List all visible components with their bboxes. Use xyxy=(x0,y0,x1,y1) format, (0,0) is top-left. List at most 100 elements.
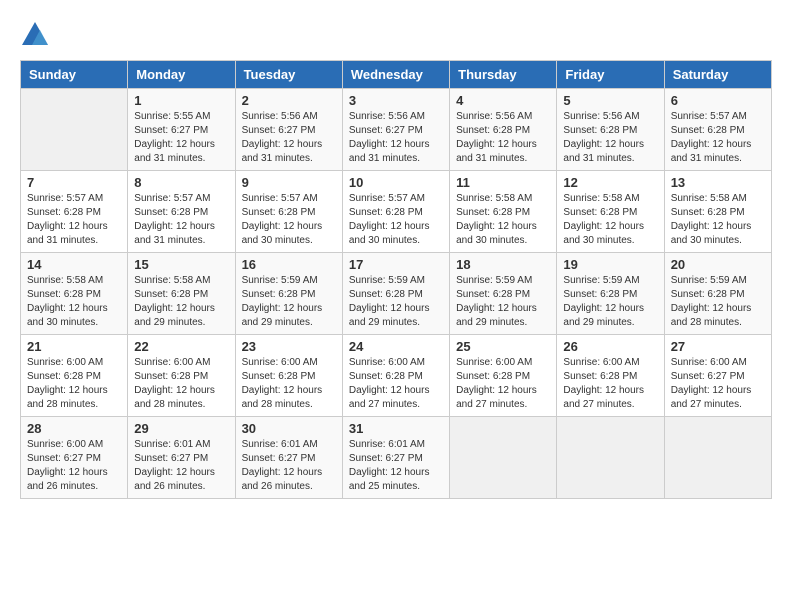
day-number: 9 xyxy=(242,175,336,190)
cell-info: Sunrise: 6:00 AM Sunset: 6:28 PM Dayligh… xyxy=(242,356,336,412)
day-number: 24 xyxy=(349,339,443,354)
day-number: 18 xyxy=(456,257,550,272)
cell-info: Sunrise: 6:01 AM Sunset: 6:27 PM Dayligh… xyxy=(134,438,228,494)
day-number: 10 xyxy=(349,175,443,190)
day-number: 27 xyxy=(671,339,765,354)
calendar-week-row: 28 Sunrise: 6:00 AM Sunset: 6:27 PM Dayli… xyxy=(21,417,772,499)
calendar-cell: 16 Sunrise: 5:59 AM Sunset: 6:28 PM Dayli… xyxy=(235,253,342,335)
cell-info: Sunrise: 6:00 AM Sunset: 6:28 PM Dayligh… xyxy=(27,356,121,412)
cell-info: Sunrise: 6:01 AM Sunset: 6:27 PM Dayligh… xyxy=(349,438,443,494)
calendar-cell xyxy=(450,417,557,499)
day-number: 12 xyxy=(563,175,657,190)
calendar-cell: 8 Sunrise: 5:57 AM Sunset: 6:28 PM Daylig… xyxy=(128,171,235,253)
calendar-cell xyxy=(557,417,664,499)
day-number: 8 xyxy=(134,175,228,190)
header-monday: Monday xyxy=(128,61,235,89)
cell-info: Sunrise: 5:59 AM Sunset: 6:28 PM Dayligh… xyxy=(456,274,550,330)
cell-info: Sunrise: 5:58 AM Sunset: 6:28 PM Dayligh… xyxy=(563,192,657,248)
calendar-cell: 21Sunrise: 6:00 AM Sunset: 6:28 PM Dayli… xyxy=(21,335,128,417)
day-number: 20 xyxy=(671,257,765,272)
calendar-cell: 17Sunrise: 5:59 AM Sunset: 6:28 PM Dayli… xyxy=(342,253,449,335)
cell-info: Sunrise: 5:59 AM Sunset: 6:28 PM Dayligh… xyxy=(349,274,443,330)
cell-info: Sunrise: 6:00 AM Sunset: 6:28 PM Dayligh… xyxy=(134,356,228,412)
day-number: 7 xyxy=(27,175,121,190)
calendar-cell: 10 Sunrise: 5:57 AM Sunset: 6:28 PM Dayli… xyxy=(342,171,449,253)
day-number: 16 xyxy=(242,257,336,272)
calendar-cell: 24 Sunrise: 6:00 AM Sunset: 6:28 PM Dayli… xyxy=(342,335,449,417)
cell-info: Sunrise: 5:55 AM Sunset: 6:27 PM Dayligh… xyxy=(134,110,228,166)
cell-info: Sunrise: 5:58 AM Sunset: 6:28 PM Dayligh… xyxy=(27,274,121,330)
day-number: 31 xyxy=(349,421,443,436)
calendar-cell: 29 Sunrise: 6:01 AM Sunset: 6:27 PM Dayli… xyxy=(128,417,235,499)
cell-info: Sunrise: 6:00 AM Sunset: 6:27 PM Dayligh… xyxy=(27,438,121,494)
cell-info: Sunrise: 5:56 AM Sunset: 6:28 PM Dayligh… xyxy=(563,110,657,166)
calendar-cell xyxy=(664,417,771,499)
day-number: 6 xyxy=(671,93,765,108)
calendar-cell: 22 Sunrise: 6:00 AM Sunset: 6:28 PM Dayli… xyxy=(128,335,235,417)
calendar-cell xyxy=(21,89,128,171)
day-number: 1 xyxy=(134,93,228,108)
calendar-cell: 20 Sunrise: 5:59 AM Sunset: 6:28 PM Dayli… xyxy=(664,253,771,335)
cell-info: Sunrise: 5:56 AM Sunset: 6:27 PM Dayligh… xyxy=(349,110,443,166)
calendar-cell: 3Sunrise: 5:56 AM Sunset: 6:27 PM Daylig… xyxy=(342,89,449,171)
day-number: 29 xyxy=(134,421,228,436)
day-number: 19 xyxy=(563,257,657,272)
calendar-week-row: 14 Sunrise: 5:58 AM Sunset: 6:28 PM Dayli… xyxy=(21,253,772,335)
cell-info: Sunrise: 5:59 AM Sunset: 6:28 PM Dayligh… xyxy=(242,274,336,330)
calendar-cell: 7 Sunrise: 5:57 AM Sunset: 6:28 PM Daylig… xyxy=(21,171,128,253)
cell-info: Sunrise: 5:57 AM Sunset: 6:28 PM Dayligh… xyxy=(27,192,121,248)
calendar-cell: 25 Sunrise: 6:00 AM Sunset: 6:28 PM Dayli… xyxy=(450,335,557,417)
logo xyxy=(20,20,54,50)
calendar-week-row: 21Sunrise: 6:00 AM Sunset: 6:28 PM Dayli… xyxy=(21,335,772,417)
day-number: 30 xyxy=(242,421,336,436)
calendar-cell: 15 Sunrise: 5:58 AM Sunset: 6:28 PM Dayli… xyxy=(128,253,235,335)
day-number: 22 xyxy=(134,339,228,354)
logo-icon xyxy=(20,20,50,50)
calendar-cell: 26Sunrise: 6:00 AM Sunset: 6:28 PM Dayli… xyxy=(557,335,664,417)
calendar-cell: 23 Sunrise: 6:00 AM Sunset: 6:28 PM Dayli… xyxy=(235,335,342,417)
calendar-cell: 13Sunrise: 5:58 AM Sunset: 6:28 PM Dayli… xyxy=(664,171,771,253)
calendar-cell: 19 Sunrise: 5:59 AM Sunset: 6:28 PM Dayli… xyxy=(557,253,664,335)
cell-info: Sunrise: 5:58 AM Sunset: 6:28 PM Dayligh… xyxy=(456,192,550,248)
header-tuesday: Tuesday xyxy=(235,61,342,89)
header-saturday: Saturday xyxy=(664,61,771,89)
cell-info: Sunrise: 6:00 AM Sunset: 6:27 PM Dayligh… xyxy=(671,356,765,412)
calendar-cell: 11Sunrise: 5:58 AM Sunset: 6:28 PM Dayli… xyxy=(450,171,557,253)
calendar-cell: 5Sunrise: 5:56 AM Sunset: 6:28 PM Daylig… xyxy=(557,89,664,171)
cell-info: Sunrise: 6:00 AM Sunset: 6:28 PM Dayligh… xyxy=(349,356,443,412)
day-number: 14 xyxy=(27,257,121,272)
calendar-cell: 12 Sunrise: 5:58 AM Sunset: 6:28 PM Dayli… xyxy=(557,171,664,253)
day-number: 15 xyxy=(134,257,228,272)
day-number: 4 xyxy=(456,93,550,108)
cell-info: Sunrise: 5:57 AM Sunset: 6:28 PM Dayligh… xyxy=(242,192,336,248)
cell-info: Sunrise: 5:57 AM Sunset: 6:28 PM Dayligh… xyxy=(671,110,765,166)
header-friday: Friday xyxy=(557,61,664,89)
calendar-cell: 28 Sunrise: 6:00 AM Sunset: 6:27 PM Dayli… xyxy=(21,417,128,499)
cell-info: Sunrise: 5:56 AM Sunset: 6:28 PM Dayligh… xyxy=(456,110,550,166)
cell-info: Sunrise: 5:57 AM Sunset: 6:28 PM Dayligh… xyxy=(349,192,443,248)
calendar-cell: 14 Sunrise: 5:58 AM Sunset: 6:28 PM Dayli… xyxy=(21,253,128,335)
calendar-cell: 2 Sunrise: 5:56 AM Sunset: 6:27 PM Daylig… xyxy=(235,89,342,171)
day-number: 28 xyxy=(27,421,121,436)
day-number: 26 xyxy=(563,339,657,354)
cell-info: Sunrise: 5:56 AM Sunset: 6:27 PM Dayligh… xyxy=(242,110,336,166)
day-number: 25 xyxy=(456,339,550,354)
cell-info: Sunrise: 5:57 AM Sunset: 6:28 PM Dayligh… xyxy=(134,192,228,248)
cell-info: Sunrise: 5:59 AM Sunset: 6:28 PM Dayligh… xyxy=(671,274,765,330)
cell-info: Sunrise: 6:00 AM Sunset: 6:28 PM Dayligh… xyxy=(456,356,550,412)
calendar-cell: 9 Sunrise: 5:57 AM Sunset: 6:28 PM Daylig… xyxy=(235,171,342,253)
calendar-week-row: 7 Sunrise: 5:57 AM Sunset: 6:28 PM Daylig… xyxy=(21,171,772,253)
cell-info: Sunrise: 6:01 AM Sunset: 6:27 PM Dayligh… xyxy=(242,438,336,494)
calendar-cell: 4 Sunrise: 5:56 AM Sunset: 6:28 PM Daylig… xyxy=(450,89,557,171)
day-number: 2 xyxy=(242,93,336,108)
calendar-cell: 6 Sunrise: 5:57 AM Sunset: 6:28 PM Daylig… xyxy=(664,89,771,171)
day-number: 23 xyxy=(242,339,336,354)
calendar-table: Sunday Monday Tuesday Wednesday Thursday… xyxy=(20,60,772,499)
cell-info: Sunrise: 5:58 AM Sunset: 6:28 PM Dayligh… xyxy=(134,274,228,330)
header-thursday: Thursday xyxy=(450,61,557,89)
calendar-cell: 1 Sunrise: 5:55 AM Sunset: 6:27 PM Daylig… xyxy=(128,89,235,171)
calendar-cell: 30 Sunrise: 6:01 AM Sunset: 6:27 PM Dayli… xyxy=(235,417,342,499)
calendar-body: 1 Sunrise: 5:55 AM Sunset: 6:27 PM Daylig… xyxy=(21,89,772,499)
cell-info: Sunrise: 5:59 AM Sunset: 6:28 PM Dayligh… xyxy=(563,274,657,330)
calendar-cell: 18 Sunrise: 5:59 AM Sunset: 6:28 PM Dayli… xyxy=(450,253,557,335)
